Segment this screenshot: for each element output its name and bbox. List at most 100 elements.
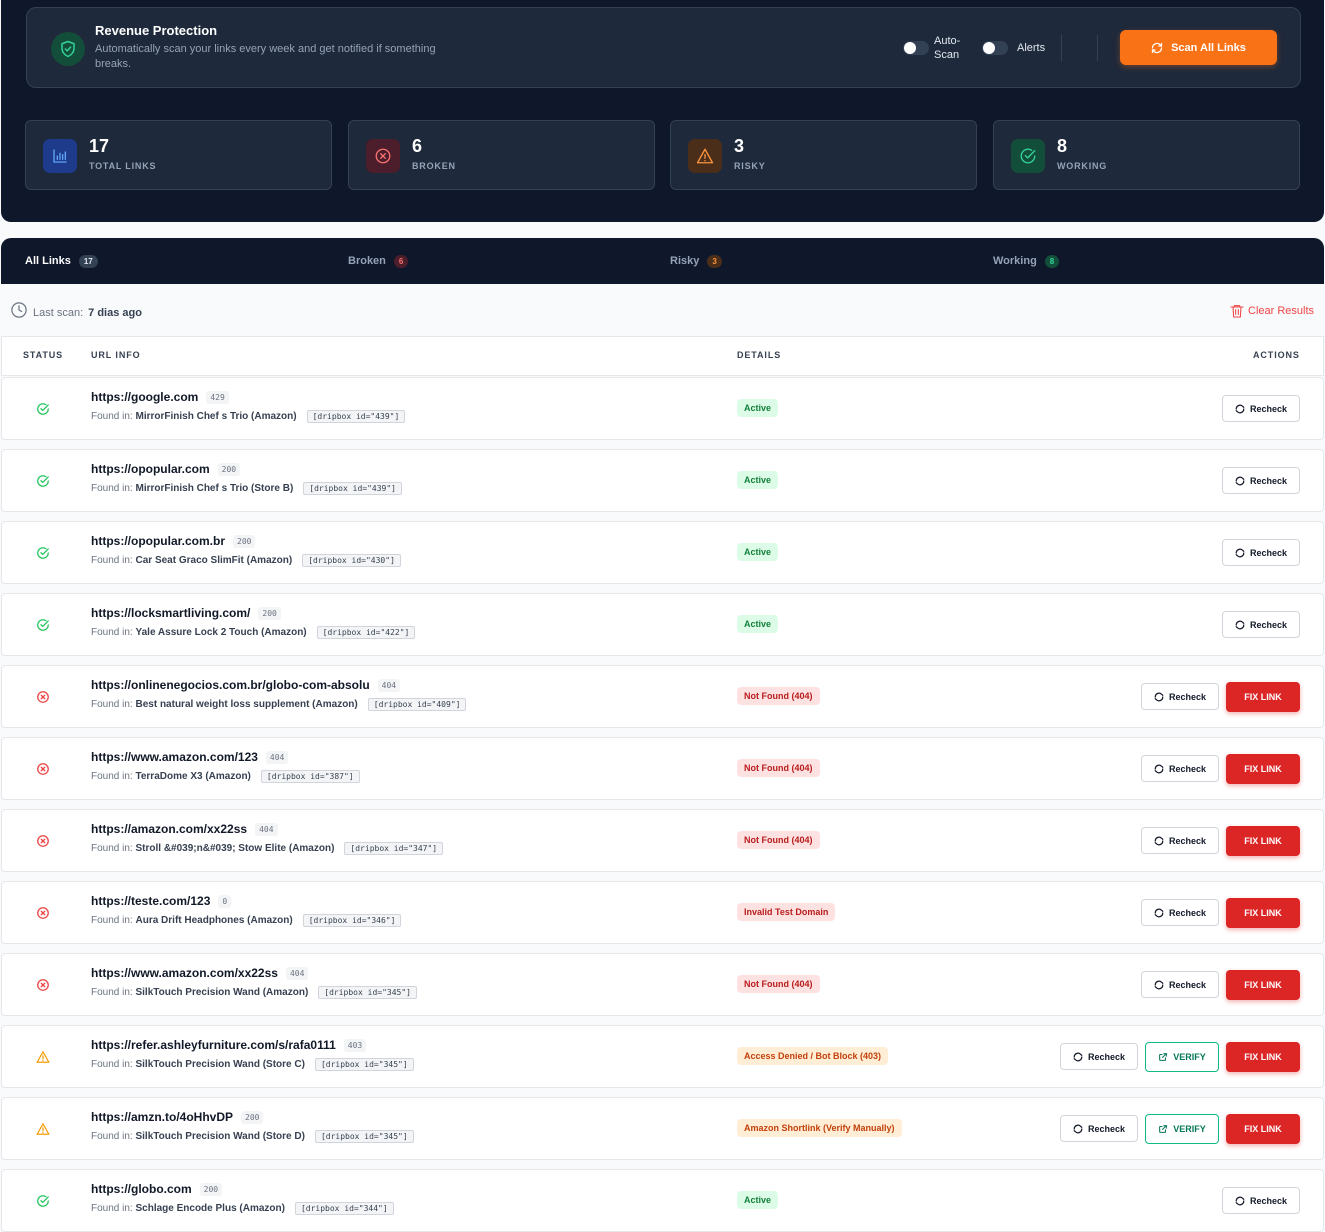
last-scan-prefix: Last scan:	[33, 307, 84, 319]
recheck-button[interactable]: Recheck	[1222, 539, 1300, 566]
scan-all-links-button[interactable]: Scan All Links	[1120, 30, 1277, 65]
auto-scan-label: Auto-Scan	[934, 35, 961, 61]
fix-link-button[interactable]: FIX LINK	[1226, 970, 1300, 1000]
link-url[interactable]: https://amzn.to/4oHhvDP	[91, 1110, 233, 1124]
fix-link-button[interactable]: FIX LINK	[1226, 898, 1300, 928]
fix-link-label: FIX LINK	[1244, 908, 1282, 918]
refresh-icon	[1154, 764, 1164, 774]
refresh-icon	[1154, 908, 1164, 918]
found-in-product: Stroll &#039;n&#039; Stow Elite (Amazon)	[135, 843, 335, 854]
refresh-icon	[1235, 1196, 1245, 1206]
link-url[interactable]: https://teste.com/123	[91, 894, 210, 908]
shortcode: [dripbox id="346"]	[302, 914, 402, 927]
refresh-icon	[1235, 620, 1245, 630]
recheck-label: Recheck	[1249, 403, 1288, 414]
table-row: https://google.com 429 Found in: MirrorFin…	[1, 377, 1324, 440]
shortcode: [dripbox id="430"]	[302, 554, 401, 567]
fix-link-button[interactable]: FIX LINK	[1226, 826, 1300, 856]
recheck-button[interactable]: Recheck	[1222, 467, 1300, 494]
shortcode: [dripbox id="347"]	[344, 842, 444, 855]
stat-label: TOTAL LINKS	[89, 161, 157, 171]
clear-results-button[interactable]: Clear Results	[1229, 302, 1314, 320]
recheck-button[interactable]: Recheck	[1141, 683, 1219, 710]
refresh-icon	[1154, 692, 1164, 702]
x-circle-icon	[36, 978, 50, 992]
link-url[interactable]: https://onlinenegocios.com.br/globo-com-…	[91, 678, 370, 692]
fix-link-button[interactable]: FIX LINK	[1226, 1042, 1300, 1072]
recheck-button[interactable]: Recheck	[1060, 1043, 1138, 1070]
link-url[interactable]: https://locksmartliving.com/	[91, 606, 250, 620]
found-in-prefix: Found in:	[91, 1203, 133, 1214]
fix-link-button[interactable]: FIX LINK	[1226, 1114, 1300, 1144]
fix-link-button[interactable]: FIX LINK	[1226, 754, 1300, 784]
clock-icon	[11, 302, 27, 318]
link-url[interactable]: https://opopular.com	[91, 462, 210, 476]
table-row: https://www.amazon.com/xx22ss 404 Found in…	[1, 953, 1324, 1016]
table-row: https://opopular.com.br 200 Found in: Car …	[1, 521, 1324, 584]
link-url[interactable]: https://globo.com	[91, 1182, 192, 1196]
recheck-button[interactable]: Recheck	[1060, 1115, 1138, 1142]
recheck-button[interactable]: Recheck	[1141, 899, 1219, 926]
status-badge: Invalid Test Domain	[737, 903, 836, 921]
tab-count: 3	[707, 254, 722, 268]
link-url[interactable]: https://google.com	[91, 390, 198, 404]
found-in: Found in: Best natural weight loss suppl…	[91, 698, 467, 711]
tab-label: Risky	[670, 255, 700, 267]
shortcode: [dripbox id="345"]	[314, 1058, 414, 1071]
recheck-label: Recheck	[1249, 619, 1288, 630]
verify-label: VERIFY	[1173, 1052, 1206, 1062]
http-status-code: 404	[285, 966, 309, 980]
http-status-code: 200	[233, 534, 256, 548]
filter-tabs: All Links 17 Broken 6 Risky 3 Working 8	[1, 238, 1324, 284]
recheck-label: Recheck	[1249, 547, 1288, 558]
status-badge: Not Found (404)	[737, 831, 820, 849]
found-in-prefix: Found in:	[91, 555, 133, 566]
auto-scan-toggle[interactable]	[903, 41, 929, 55]
scan-button-label: Scan All Links	[1171, 41, 1246, 54]
link-url[interactable]: https://opopular.com.br	[91, 534, 225, 548]
found-in-product: Yale Assure Lock 2 Touch (Amazon)	[135, 627, 307, 638]
link-url[interactable]: https://refer.ashleyfurniture.com/s/rafa…	[91, 1038, 336, 1052]
fix-link-button[interactable]: FIX LINK	[1226, 682, 1300, 712]
recheck-button[interactable]: Recheck	[1222, 611, 1300, 638]
tab-working[interactable]: Working 8	[993, 238, 1060, 284]
refresh-icon	[1235, 548, 1245, 558]
found-in-product: Best natural weight loss supplement (Ama…	[135, 699, 358, 710]
found-in-prefix: Found in:	[91, 411, 133, 422]
link-url[interactable]: https://amazon.com/xx22ss	[91, 822, 247, 836]
table-row: https://teste.com/123 0 Found in: Aura Dri…	[1, 881, 1324, 944]
check-circle-icon	[36, 1194, 50, 1208]
url-info: https://teste.com/123 0	[91, 894, 232, 908]
alerts-toggle[interactable]	[982, 41, 1008, 55]
found-in-prefix: Found in:	[91, 915, 133, 926]
verify-button[interactable]: VERIFY	[1145, 1114, 1219, 1144]
tab-broken[interactable]: Broken 6	[348, 238, 409, 284]
recheck-button[interactable]: Recheck	[1222, 395, 1300, 422]
external-link-icon	[1158, 1052, 1168, 1062]
found-in-prefix: Found in:	[91, 627, 133, 638]
tab-count: 17	[78, 254, 98, 268]
found-in-prefix: Found in:	[91, 987, 133, 998]
recheck-button[interactable]: Recheck	[1222, 1187, 1300, 1214]
status-badge: Access Denied / Bot Block (403)	[737, 1047, 889, 1065]
table-row: https://www.amazon.com/123 404 Found in: T…	[1, 737, 1324, 800]
found-in-product: SilkTouch Precision Wand (Store C)	[135, 1059, 305, 1070]
found-in: Found in: TerraDome X3 (Amazon) [dripbox …	[91, 770, 360, 783]
tab-risky[interactable]: Risky 3	[670, 238, 722, 284]
refresh-icon	[1235, 404, 1245, 414]
shortcode: [dripbox id="345"]	[314, 1130, 414, 1143]
shortcode: [dripbox id="439"]	[306, 410, 406, 423]
shortcode: [dripbox id="344"]	[294, 1202, 394, 1215]
link-url[interactable]: https://www.amazon.com/xx22ss	[91, 966, 278, 980]
verify-button[interactable]: VERIFY	[1145, 1042, 1219, 1072]
link-url[interactable]: https://www.amazon.com/123	[91, 750, 258, 764]
recheck-button[interactable]: Recheck	[1141, 971, 1219, 998]
recheck-button[interactable]: Recheck	[1141, 755, 1219, 782]
recheck-button[interactable]: Recheck	[1141, 827, 1219, 854]
found-in-prefix: Found in:	[91, 1131, 133, 1142]
http-status-code: 429	[206, 390, 229, 404]
found-in: Found in: Car Seat Graco SlimFit (Amazon…	[91, 554, 401, 567]
column-actions: ACTIONS	[1253, 350, 1300, 360]
tab-all-links[interactable]: All Links 17	[25, 238, 98, 284]
found-in-product: MirrorFinish Chef s Trio (Amazon)	[135, 411, 297, 422]
